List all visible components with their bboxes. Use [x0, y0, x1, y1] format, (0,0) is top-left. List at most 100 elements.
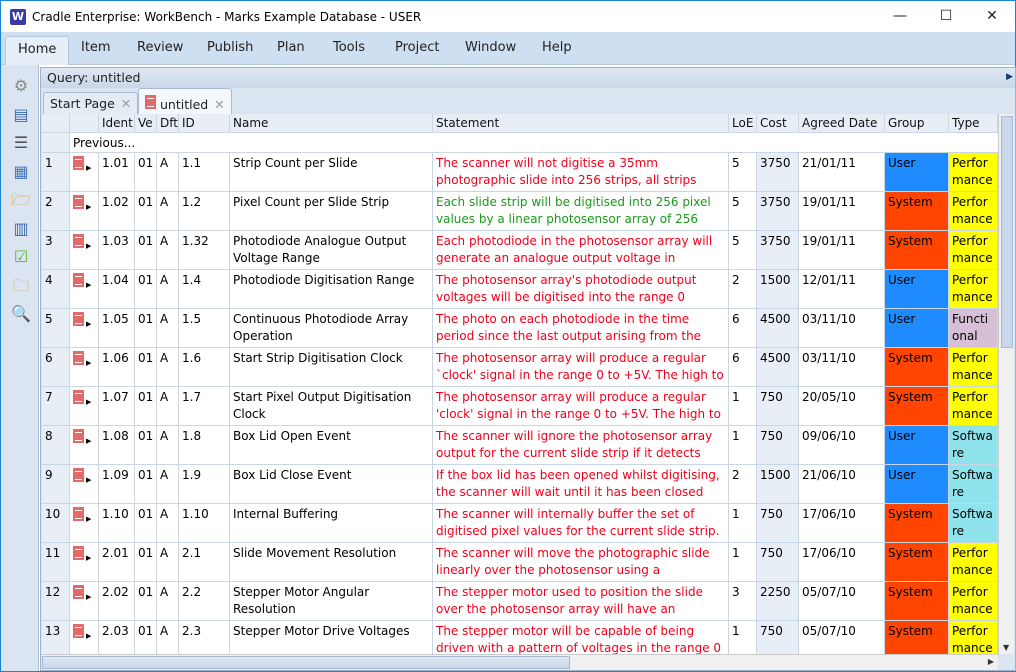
table-row[interactable]: 12 ▶ 2.02 01 A 2.2 Stepper Motor Angular Resol…: [42, 582, 998, 621]
item-type-icon[interactable]: ▶: [70, 387, 99, 425]
row-number: 4: [42, 270, 70, 308]
menu-publish[interactable]: Publish: [207, 40, 253, 55]
column-header-ident[interactable]: Ident: [99, 114, 135, 132]
menu-review[interactable]: Review: [137, 40, 183, 55]
column-header-name[interactable]: Name: [230, 114, 433, 132]
column-header-cost[interactable]: Cost: [757, 114, 799, 132]
table-row[interactable]: 7 ▶ 1.07 01 A 1.7 Start Pixel Output Digitisat…: [42, 387, 998, 426]
cell-ve: 01: [135, 465, 157, 503]
menu-arrow-icon[interactable]: ▶: [86, 203, 91, 211]
item-type-icon[interactable]: ▶: [70, 153, 99, 191]
close-tab-icon[interactable]: ✕: [121, 96, 131, 111]
table-row[interactable]: 4 ▶ 1.04 01 A 1.4 Photodiode Digitisation Rang…: [42, 270, 998, 309]
gear-icon[interactable]: ⚙: [10, 75, 32, 97]
vertical-scrollbar[interactable]: ▼: [998, 114, 1014, 654]
previous-row[interactable]: Previous...: [42, 133, 998, 153]
scroll-right-icon[interactable]: ▶: [988, 657, 994, 666]
cell-date: 19/01/11: [799, 192, 885, 230]
item-type-icon[interactable]: ▶: [70, 231, 99, 269]
report-icon[interactable]: ▤: [10, 104, 32, 126]
item-type-icon[interactable]: ▶: [70, 504, 99, 542]
checklist-icon[interactable]: ☑: [10, 246, 32, 268]
table-row[interactable]: 8 ▶ 1.08 01 A 1.8 Box Lid Open Event The scanne…: [42, 426, 998, 465]
column-header-loe[interactable]: LoE: [729, 114, 757, 132]
menu-help[interactable]: Help: [542, 40, 572, 55]
menu-arrow-icon[interactable]: ▶: [86, 320, 91, 328]
menu-item[interactable]: Item: [81, 40, 111, 55]
item-type-icon[interactable]: ▶: [70, 465, 99, 503]
table-row[interactable]: 3 ▶ 1.03 01 A 1.32 Photodiode Analogue Output …: [42, 231, 998, 270]
menu-arrow-icon[interactable]: ▶: [86, 164, 91, 172]
horizontal-scrollbar[interactable]: ▶: [42, 654, 998, 670]
item-type-icon[interactable]: ▶: [70, 582, 99, 620]
tab-untitled[interactable]: untitled ✕: [138, 88, 232, 114]
menu-tools[interactable]: Tools: [333, 40, 365, 55]
cell-type: Functional: [949, 309, 998, 347]
menu-arrow-icon[interactable]: ▶: [86, 515, 91, 523]
folder-window-icon[interactable]: 🗀: [10, 275, 32, 297]
cell-cost: 750: [757, 621, 799, 654]
menu-window[interactable]: Window: [465, 40, 516, 55]
item-type-icon[interactable]: ▶: [70, 309, 99, 347]
cell-name: Photodiode Analogue Output Voltage Range: [230, 231, 433, 269]
table-row[interactable]: 6 ▶ 1.06 01 A 1.6 Start Strip Digitisation Clo…: [42, 348, 998, 387]
scroll-thumb[interactable]: [42, 656, 570, 669]
item-type-icon[interactable]: ▶: [70, 348, 99, 386]
column-header-group[interactable]: Group: [885, 114, 949, 132]
previous-link[interactable]: Previous...: [70, 133, 970, 152]
column-header-blank0[interactable]: [42, 114, 70, 132]
cell-ident: 1.04: [99, 270, 135, 308]
database-icon[interactable]: ☰: [10, 132, 32, 154]
item-type-icon[interactable]: ▶: [70, 192, 99, 230]
cell-type: Performance: [949, 582, 998, 620]
column-header-statement[interactable]: Statement: [433, 114, 729, 132]
menu-arrow-icon[interactable]: ▶: [86, 359, 91, 367]
close-button[interactable]: ✕: [969, 1, 1015, 32]
window-title: Cradle Enterprise: WorkBench - Marks Exa…: [32, 9, 422, 24]
menu-home[interactable]: Home: [5, 36, 70, 65]
search-tools-icon[interactable]: 🔍: [10, 303, 32, 325]
table-row[interactable]: 5 ▶ 1.05 01 A 1.5 Continuous Photodiode Array …: [42, 309, 998, 348]
column-header-type[interactable]: Type: [949, 114, 998, 132]
cell-id: 1.7: [179, 387, 230, 425]
menu-arrow-icon[interactable]: ▶: [86, 242, 91, 250]
menu-arrow-icon[interactable]: ▶: [86, 476, 91, 484]
menu-arrow-icon[interactable]: ▶: [86, 398, 91, 406]
cell-ve: 01: [135, 582, 157, 620]
close-tab-icon[interactable]: ✕: [214, 97, 224, 112]
open-folder-icon[interactable]: 🗁: [10, 189, 32, 211]
column-header-dft[interactable]: Dft: [157, 114, 179, 132]
table-row[interactable]: 13 ▶ 2.03 01 A 2.3 Stepper Motor Drive Voltage…: [42, 621, 998, 654]
cell-cost: 750: [757, 543, 799, 581]
menu-arrow-icon[interactable]: ▶: [86, 554, 91, 562]
column-header-id[interactable]: ID: [179, 114, 230, 132]
calendar-icon[interactable]: ▦: [10, 161, 32, 183]
scroll-thumb[interactable]: [1001, 116, 1013, 348]
table-row[interactable]: 10 ▶ 1.10 01 A 1.10 Internal Buffering The scan…: [42, 504, 998, 543]
gantt-icon[interactable]: ▥: [10, 218, 32, 240]
column-header-agreed-date[interactable]: Agreed Date: [799, 114, 885, 132]
column-header-blank1[interactable]: [70, 114, 99, 132]
table-row[interactable]: 11 ▶ 2.01 01 A 2.1 Slide Movement Resolution Th…: [42, 543, 998, 582]
menu-arrow-icon[interactable]: ▶: [86, 593, 91, 601]
menu-plan[interactable]: Plan: [277, 40, 305, 55]
scroll-down-icon[interactable]: ▼: [1003, 643, 1009, 652]
cell-type: Software: [949, 465, 998, 503]
item-type-icon[interactable]: ▶: [70, 270, 99, 308]
minimize-button[interactable]: —: [877, 1, 923, 32]
menu-arrow-icon[interactable]: ▶: [86, 437, 91, 445]
maximize-button[interactable]: ☐: [923, 1, 969, 32]
tab-start-page[interactable]: Start Page ✕: [43, 92, 139, 114]
table-row[interactable]: 9 ▶ 1.09 01 A 1.9 Box Lid Close Event If the bo…: [42, 465, 998, 504]
cell-name: Photodiode Digitisation Range: [230, 270, 433, 308]
table-row[interactable]: 1 ▶ 1.01 01 A 1.1 Strip Count per Slide The sca…: [42, 153, 998, 192]
menu-project[interactable]: Project: [395, 40, 439, 55]
table-row[interactable]: 2 ▶ 1.02 01 A 1.2 Pixel Count per Slide Strip E…: [42, 192, 998, 231]
item-type-icon[interactable]: ▶: [70, 621, 99, 654]
menu-arrow-icon[interactable]: ▶: [86, 281, 91, 289]
item-type-icon[interactable]: ▶: [70, 543, 99, 581]
expand-arrow-icon[interactable]: ▶: [1006, 72, 1013, 82]
column-header-ve[interactable]: Ve: [135, 114, 157, 132]
menu-arrow-icon[interactable]: ▶: [86, 632, 91, 640]
item-type-icon[interactable]: ▶: [70, 426, 99, 464]
